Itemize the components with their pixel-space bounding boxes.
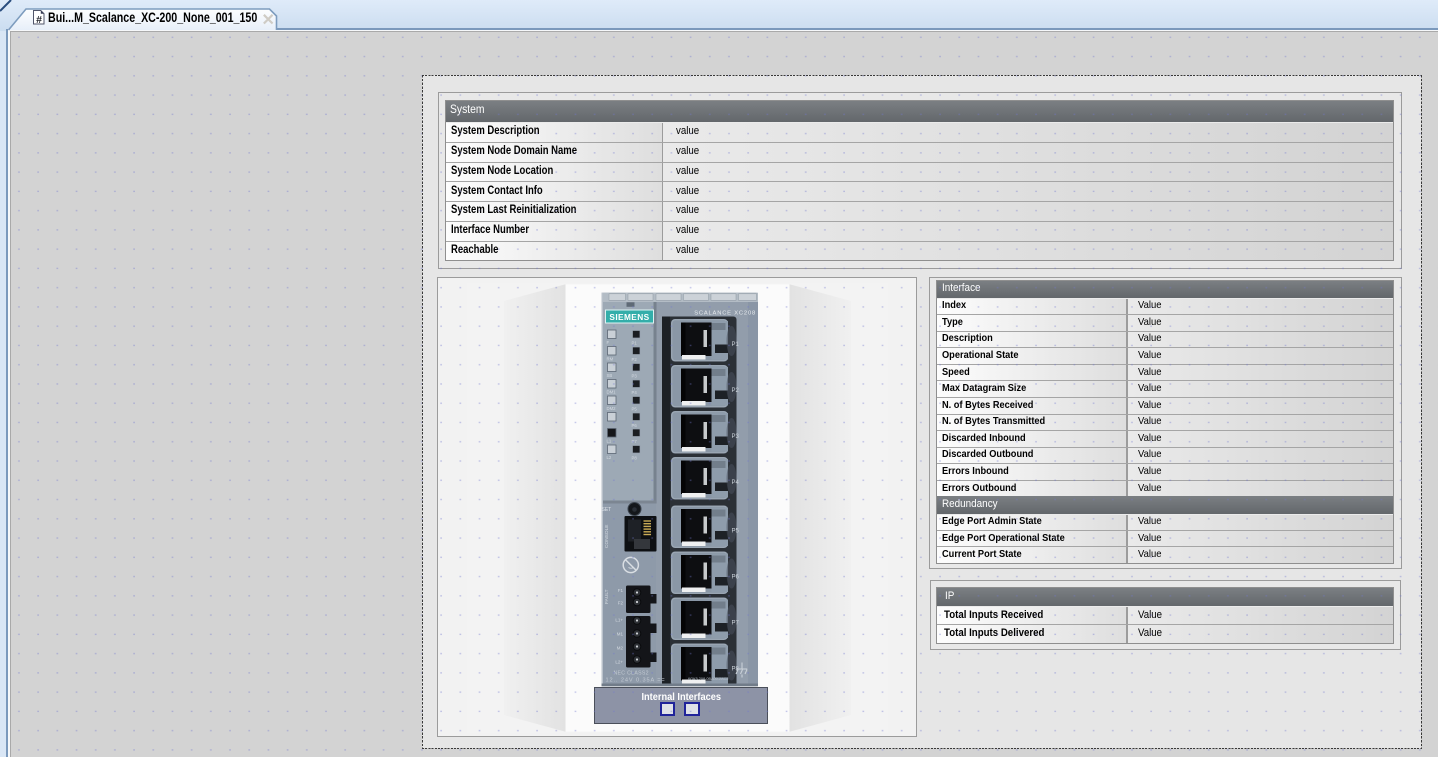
svg-text:6GK5 208-0BA00-2AC2: 6GK5 208-0BA00-2AC2 xyxy=(688,677,729,681)
svg-text:P4: P4 xyxy=(732,480,740,486)
svg-text:L1+: L1+ xyxy=(615,618,623,623)
svg-text:SB: SB xyxy=(607,373,613,378)
svg-text:P4: P4 xyxy=(632,390,638,395)
svg-text:SCALANCE XC208: SCALANCE XC208 xyxy=(694,311,756,317)
svg-text:P3: P3 xyxy=(732,434,740,440)
svg-text:P1: P1 xyxy=(732,342,740,348)
svg-text:F: F xyxy=(607,340,610,345)
svg-text:F1: F1 xyxy=(618,588,624,593)
svg-text:CONSOLE: CONSOLE xyxy=(604,525,610,548)
svg-text:SET: SET xyxy=(602,507,612,513)
svg-text:P3: P3 xyxy=(632,374,638,379)
svg-text:12.. 24V 0.35A ==: 12.. 24V 0.35A == xyxy=(606,678,666,684)
svg-text:#: # xyxy=(36,14,42,26)
svg-text:P1: P1 xyxy=(632,341,638,346)
svg-text:M2: M2 xyxy=(617,646,624,651)
svg-text:L1: L1 xyxy=(607,439,612,444)
svg-text:L2+: L2+ xyxy=(615,660,623,665)
svg-text:P2: P2 xyxy=(732,388,740,394)
svg-text:P7: P7 xyxy=(632,439,638,444)
svg-text:NEC CLASS2: NEC CLASS2 xyxy=(614,671,649,677)
svg-text:RM: RM xyxy=(607,357,614,362)
svg-text:SIEMENS: SIEMENS xyxy=(609,312,649,322)
svg-text:P2: P2 xyxy=(632,357,638,362)
svg-text:P6: P6 xyxy=(732,575,740,581)
svg-text:FAULT: FAULT xyxy=(604,589,610,604)
svg-text:P5: P5 xyxy=(632,407,638,412)
svg-text:P6: P6 xyxy=(632,423,638,428)
svg-text:L2: L2 xyxy=(607,455,612,460)
svg-text:M1: M1 xyxy=(617,632,624,637)
svg-text:P7: P7 xyxy=(732,621,740,627)
svg-text:P5: P5 xyxy=(732,529,740,535)
svg-text:DM2: DM2 xyxy=(607,406,617,411)
svg-text:P8: P8 xyxy=(632,456,638,461)
svg-text:F2: F2 xyxy=(618,601,624,606)
svg-text:DM1: DM1 xyxy=(607,390,617,395)
